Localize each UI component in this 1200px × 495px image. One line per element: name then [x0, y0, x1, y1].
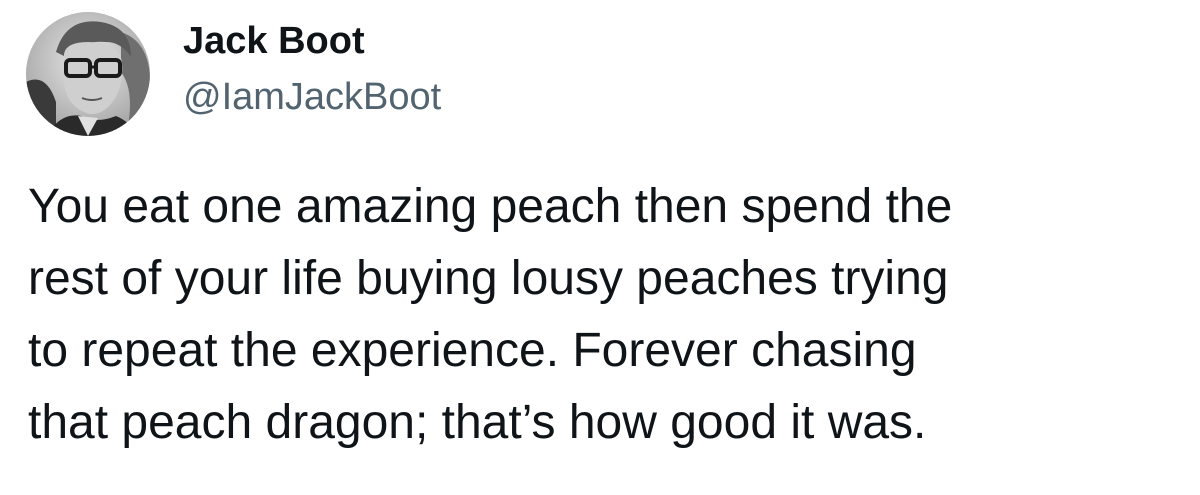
user-handle[interactable]: @IamJackBoot — [183, 72, 441, 122]
tweet-text: You eat one amazing peach then spend the… — [28, 171, 1188, 459]
tweet-card: Jack Boot @IamJackBoot You eat one amazi… — [0, 0, 1200, 495]
avatar-photo-icon — [26, 12, 150, 136]
avatar[interactable] — [26, 12, 150, 136]
tweet-text-line: to repeat the experience. Forever chasin… — [28, 324, 917, 377]
tweet-text-line: You eat one amazing peach then spend the — [28, 180, 953, 233]
display-name[interactable]: Jack Boot — [183, 16, 365, 66]
tweet-text-line: rest of your life buying lousy peaches t… — [28, 252, 949, 305]
tweet-text-line: that peach dragon; that’s how good it wa… — [28, 396, 927, 449]
